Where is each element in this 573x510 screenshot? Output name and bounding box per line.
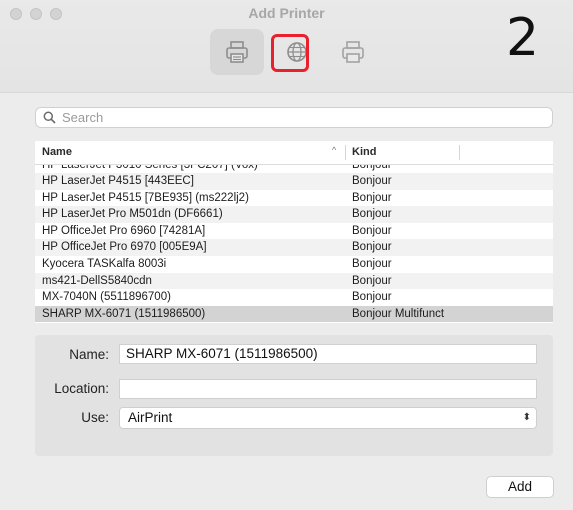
annotation-highlight-box: [271, 34, 309, 72]
printer-kind: Bonjour: [352, 257, 392, 270]
table-row[interactable]: ms421-DellS5840cdn Bonjour: [35, 272, 553, 290]
table-row[interactable]: MX-7040N (5511896700) Bonjour: [35, 289, 553, 306]
location-label: Location:: [54, 381, 109, 396]
printer-icon: [226, 41, 248, 63]
printer-list: Name ^ Kind HP LaserJet P3010 Series [3F…: [35, 141, 553, 323]
printer-search-field[interactable]: [35, 107, 553, 128]
printer-name: HP OfficeJet Pro 6970 [005E9A]: [42, 241, 207, 254]
table-row[interactable]: HP LaserJet P4515 [443EEC] Bonjour: [35, 173, 553, 190]
column-divider[interactable]: [459, 145, 460, 160]
name-field[interactable]: SHARP MX-6071 (1511986500): [119, 344, 537, 364]
table-row[interactable]: HP OfficeJet Pro 6960 [74281A] Bonjour: [35, 223, 553, 240]
printer-kind: Bonjour: [352, 241, 392, 254]
sort-ascending-icon: ^: [332, 145, 337, 155]
printer-name: HP LaserJet P4515 [7BE935] (ms222lj2): [42, 191, 249, 204]
printer-name: SHARP MX-6071 (1511986500): [42, 307, 206, 320]
column-divider[interactable]: [345, 145, 346, 160]
printer-kind: Bonjour: [352, 291, 392, 304]
printer-name: HP LaserJet P3010 Series [3FC207] (Vox): [42, 165, 258, 171]
add-printer-window: Add Printer 2 Search Name ^ Kind HP Lase…: [0, 0, 573, 510]
printer-kind: Bonjour: [352, 274, 392, 287]
use-label: Use:: [81, 410, 109, 425]
printer-name: ms421-DellS5840cdn: [42, 274, 152, 287]
printer-kind: Bonjour: [352, 191, 392, 204]
use-select[interactable]: AirPrint ⬍: [119, 407, 537, 429]
column-header-name[interactable]: Name: [42, 146, 72, 158]
printer-details-panel: Name: SHARP MX-6071 (1511986500) Locatio…: [35, 335, 553, 456]
printer-type-toolbar: [0, 26, 573, 78]
name-label: Name:: [69, 347, 109, 362]
chevron-updown-icon: ⬍: [522, 412, 531, 423]
printer-kind: Bonjour: [352, 224, 392, 237]
search-input[interactable]: [62, 110, 522, 125]
title-bar: Add Printer 2: [0, 0, 573, 93]
use-select-value: AirPrint: [128, 410, 173, 425]
default-printers-tab[interactable]: [210, 29, 264, 75]
printer-kind: Bonjour: [352, 165, 392, 171]
printer-kind: Bonjour Multifunct: [352, 307, 445, 320]
add-button[interactable]: Add: [486, 476, 554, 498]
table-row[interactable]: Kyocera TASKalfa 8003i Bonjour: [35, 256, 553, 273]
printer-name: Kyocera TASKalfa 8003i: [42, 257, 167, 270]
location-field[interactable]: [119, 379, 537, 399]
windows-printer-tab[interactable]: [326, 29, 380, 75]
printer-windows-icon: [342, 41, 364, 63]
printer-name: MX-7040N (5511896700): [42, 291, 171, 304]
printer-name: HP LaserJet Pro M501dn (DF6661): [42, 208, 223, 221]
table-row[interactable]: HP LaserJet Pro M501dn (DF6661) Bonjour: [35, 206, 553, 223]
table-row[interactable]: HP LaserJet P3010 Series [3FC207] (Vox) …: [35, 165, 553, 173]
printer-list-header: Name ^ Kind: [35, 141, 553, 165]
printer-kind: Bonjour: [352, 175, 392, 187]
column-header-kind[interactable]: Kind: [352, 146, 376, 158]
search-icon: [43, 111, 56, 124]
annotation-step-number: 2: [506, 8, 540, 68]
table-row[interactable]: HP OfficeJet Pro 6970 [005E9A] Bonjour: [35, 239, 553, 256]
printer-name: HP OfficeJet Pro 6960 [74281A]: [42, 224, 206, 237]
printer-kind: Bonjour: [352, 208, 392, 221]
window-title: Add Printer: [248, 5, 325, 21]
table-row[interactable]: HP LaserJet P4515 [7BE935] (ms222lj2) Bo…: [35, 190, 553, 207]
printer-name: HP LaserJet P4515 [443EEC]: [42, 175, 194, 187]
printer-list-rows: HP LaserJet P3010 Series [3FC207] (Vox) …: [35, 165, 553, 323]
table-row-selected[interactable]: SHARP MX-6071 (1511986500) Bonjour Multi…: [35, 305, 553, 323]
